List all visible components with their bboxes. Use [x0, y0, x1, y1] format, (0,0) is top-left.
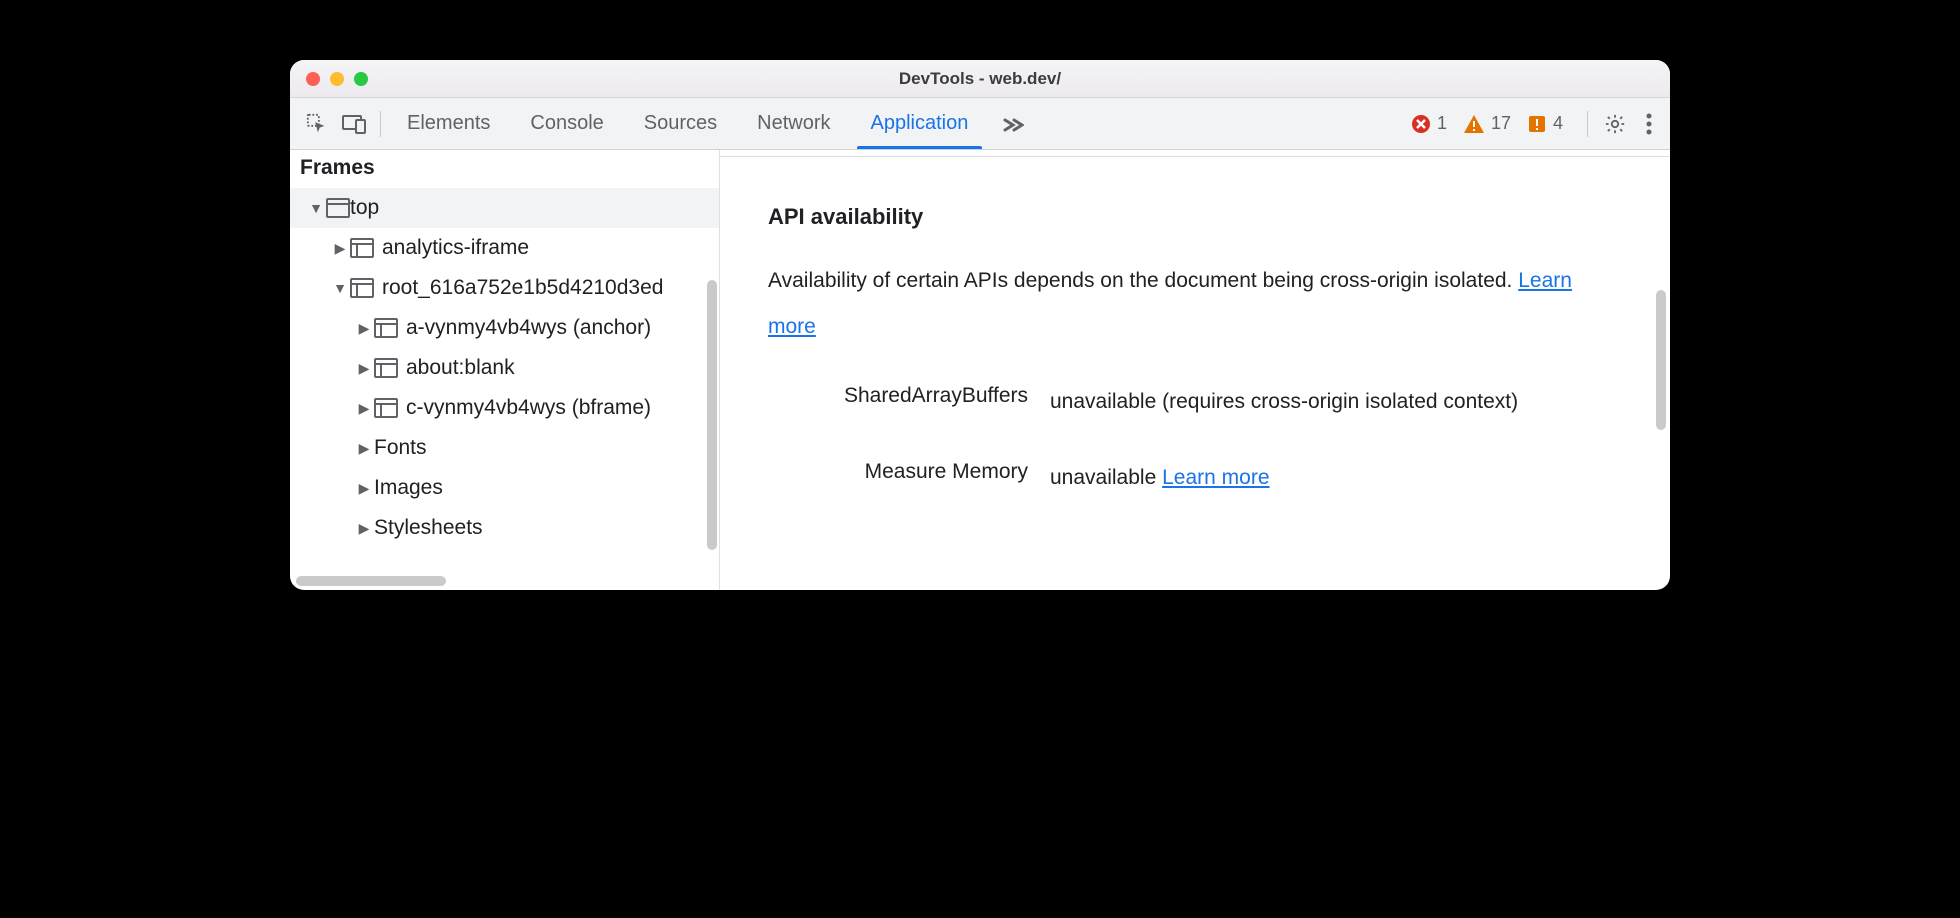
- learn-more-link[interactable]: Learn more: [1162, 466, 1269, 489]
- warning-icon: [1463, 114, 1485, 134]
- tab-network[interactable]: Network: [737, 98, 850, 149]
- tab-elements[interactable]: Elements: [387, 98, 510, 149]
- tab-application[interactable]: Application: [851, 98, 989, 149]
- warning-count: 17: [1491, 113, 1511, 134]
- api-availability-description: Availability of certain APIs depends on …: [768, 258, 1622, 350]
- panel-tabs: Elements Console Sources Network Applica…: [387, 98, 988, 149]
- device-toolbar-icon[interactable]: [342, 112, 366, 135]
- chevron-down-icon[interactable]: [308, 200, 324, 216]
- sidebar: Frames topanalytics-iframe root_616a752e1…: [290, 150, 720, 590]
- chevron-right-icon[interactable]: [356, 480, 372, 497]
- error-icon: [1411, 114, 1431, 134]
- chevron-right-icon[interactable]: [356, 440, 372, 457]
- chevron-right-icon[interactable]: [356, 320, 372, 337]
- api-value-text: unavailable: [1050, 390, 1156, 413]
- api-value-note: (requires cross-origin isolated context): [1162, 390, 1518, 413]
- tree-item-label: top: [350, 196, 379, 220]
- console-status[interactable]: 1 17 4: [1411, 113, 1581, 134]
- zoom-icon[interactable]: [354, 72, 368, 86]
- tab-sources[interactable]: Sources: [624, 98, 737, 149]
- minimize-icon[interactable]: [330, 72, 344, 86]
- close-icon[interactable]: [306, 72, 320, 86]
- frame-icon: [350, 278, 374, 298]
- tree-item-label: c-vynmy4vb4wys (bframe): [406, 396, 651, 420]
- error-count: 1: [1437, 113, 1447, 134]
- tree-item[interactable]: analytics-iframe: [290, 228, 719, 268]
- tree-item[interactable]: about:blank: [290, 348, 719, 388]
- divider: [1587, 111, 1588, 137]
- api-row-value: unavailable Learn more: [1050, 455, 1622, 501]
- main-panel: API availability Availability of certain…: [720, 150, 1670, 590]
- frame-icon: [350, 238, 374, 258]
- kebab-menu-icon[interactable]: [1636, 112, 1662, 135]
- api-row-label: SharedArrayBuffers: [768, 379, 1028, 425]
- issues-count: 4: [1553, 113, 1563, 134]
- chevron-right-icon[interactable]: [356, 520, 372, 537]
- tree-item-label: Images: [374, 476, 443, 500]
- toolbar: Elements Console Sources Network Applica…: [290, 98, 1670, 150]
- frame-icon: [374, 318, 398, 338]
- api-row-value: unavailable (requires cross-origin isola…: [1050, 379, 1622, 425]
- titlebar: DevTools - web.dev/: [290, 60, 1670, 98]
- api-table: SharedArrayBuffers unavailable (requires …: [768, 379, 1622, 501]
- content: Frames topanalytics-iframe root_616a752e1…: [290, 150, 1670, 590]
- tree-item-label: a-vynmy4vb4wys (anchor): [406, 316, 651, 340]
- sidebar-horizontal-scrollbar[interactable]: [296, 576, 446, 586]
- window-title: DevTools - web.dev/: [290, 69, 1670, 89]
- gear-icon[interactable]: [1594, 112, 1636, 135]
- api-availability-heading: API availability: [768, 199, 1622, 234]
- frame-icon: [374, 398, 398, 418]
- inspect-element-icon[interactable]: [306, 112, 328, 135]
- tree-item[interactable]: a-vynmy4vb4wys (anchor): [290, 308, 719, 348]
- tree-item-label: Fonts: [374, 436, 427, 460]
- tree-item-label: about:blank: [406, 356, 515, 380]
- divider: [380, 111, 381, 137]
- chevron-right-icon[interactable]: [356, 400, 372, 417]
- chevron-right-icon[interactable]: [356, 360, 372, 377]
- tree-item-label: root_616a752e1b5d4210d3ed: [382, 276, 663, 300]
- sidebar-vertical-scrollbar[interactable]: [707, 280, 717, 550]
- devtools-window: DevTools - web.dev/ Elements Console Sou…: [290, 60, 1670, 590]
- chevron-down-icon[interactable]: [332, 280, 348, 296]
- chevron-right-icon[interactable]: [332, 240, 348, 257]
- traffic-lights: [290, 72, 368, 86]
- tree-item[interactable]: root_616a752e1b5d4210d3ed: [290, 268, 719, 308]
- sidebar-section-header: Frames: [290, 150, 719, 188]
- tree-item[interactable]: top: [290, 188, 719, 228]
- tree-item-label: analytics-iframe: [382, 236, 529, 260]
- tree-item[interactable]: Images: [290, 468, 719, 508]
- window-icon: [326, 196, 350, 220]
- issues-icon: [1527, 114, 1547, 134]
- main-vertical-scrollbar[interactable]: [1656, 290, 1666, 430]
- tree-item[interactable]: Stylesheets: [290, 508, 719, 548]
- tree-item-label: Stylesheets: [374, 516, 483, 540]
- desc-text: Availability of certain APIs depends on …: [768, 269, 1518, 292]
- api-row-label: Measure Memory: [768, 455, 1028, 501]
- tab-console[interactable]: Console: [510, 98, 623, 149]
- more-tabs-icon[interactable]: [988, 111, 1038, 137]
- api-value-text: unavailable: [1050, 466, 1156, 489]
- frame-icon: [374, 358, 398, 378]
- tree-item[interactable]: Fonts: [290, 428, 719, 468]
- frames-tree: topanalytics-iframe root_616a752e1b5d4210…: [290, 188, 719, 548]
- tree-item[interactable]: c-vynmy4vb4wys (bframe): [290, 388, 719, 428]
